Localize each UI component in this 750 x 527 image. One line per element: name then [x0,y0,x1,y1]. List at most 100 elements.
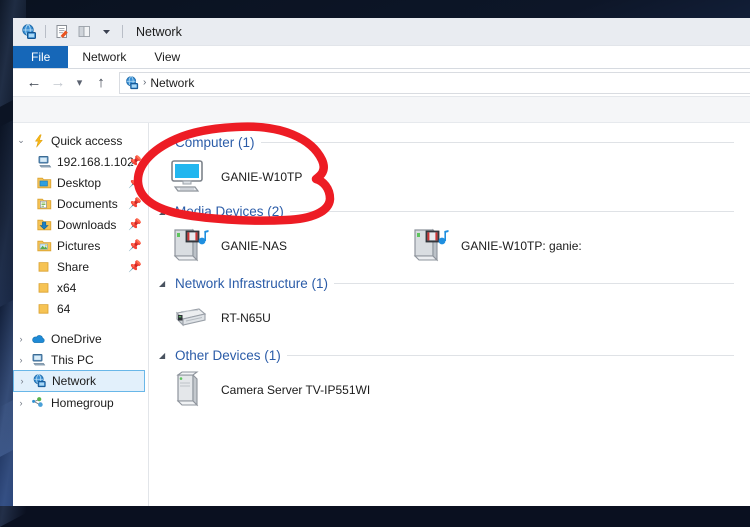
this-pc-icon [29,353,48,366]
forward-arrow-icon[interactable]: → [47,72,69,94]
collapse-triangle-icon[interactable]: ◢ [159,207,169,216]
group-divider [286,354,734,356]
sidebar-item-label: x64 [57,280,77,295]
group-header[interactable]: ◢ Network Infrastructure (1) [159,274,750,292]
sidebar-item-label: Desktop [57,175,102,190]
pin-icon[interactable]: 📌 [128,155,142,168]
chevron-right-icon[interactable]: › [14,376,30,386]
sidebar-item-label: This PC [51,352,94,367]
group-header[interactable]: ◢ Media Devices (2) [159,202,750,220]
toolbar-strip [13,97,750,123]
navigation-pane: ⌄ Quick access 192.168.1.102 📌 Desktop 📌… [13,123,149,506]
group-header[interactable]: ◢ Other Devices (1) [159,346,750,364]
breadcrumb[interactable]: › Network [119,71,750,94]
collapse-triangle-icon[interactable]: ◢ [159,351,169,360]
group-title: Computer (1) [175,134,255,150]
sidebar-item-64[interactable]: 64 [13,298,148,319]
sidebar-item-network[interactable]: › Network [13,370,145,392]
sidebar-item-quick-access[interactable]: ⌄ Quick access [13,130,148,151]
media-server-icon [409,226,451,266]
group-title: Media Devices (2) [175,203,284,219]
sidebar-item-downloads[interactable]: Downloads 📌 [13,214,148,235]
pin-icon[interactable]: 📌 [128,239,142,252]
list-item[interactable]: RT-N65U [169,294,409,342]
tab-file[interactable]: File [13,46,69,68]
media-server-icon [169,226,211,266]
group-divider [334,282,734,284]
pin-icon[interactable]: 📌 [128,218,142,231]
toolbar-divider [45,25,46,38]
back-arrow-icon[interactable]: ← [23,72,45,94]
sidebar-item-homegroup[interactable]: › Homegroup [13,392,148,413]
sidebar-item-label: Network [52,374,97,388]
list-item[interactable]: Camera Server TV-IP551WI [169,366,499,414]
chevron-right-icon[interactable]: › [13,355,29,365]
sidebar-item-onedrive[interactable]: › OneDrive [13,328,148,349]
onedrive-cloud-icon [29,333,48,345]
folder-icon [35,302,54,315]
sidebar-item-label: OneDrive [51,331,102,346]
sidebar-item-label: Homegroup [51,395,114,410]
desktop-folder-icon [35,176,54,189]
list-item[interactable]: GANIE-W10TP: ganie: [409,222,649,270]
collapse-triangle-icon[interactable]: ◢ [159,138,169,147]
sidebar-item-pictures[interactable]: Pictures 📌 [13,235,148,256]
sidebar-item-desktop[interactable]: Desktop 📌 [13,172,148,193]
list-item[interactable]: GANIE-W10TP [169,153,409,201]
sidebar-item-x64[interactable]: x64 [13,277,148,298]
server-tower-icon [169,370,211,410]
sidebar-item-share[interactable]: Share 📌 [13,256,148,277]
group-header[interactable]: ◢ Computer (1) [159,133,750,151]
group-items: RT-N65U [159,294,750,342]
sidebar-item-this-pc[interactable]: › This PC [13,349,148,370]
tab-network[interactable]: Network [68,46,140,68]
collapse-triangle-icon[interactable]: ◢ [159,279,169,288]
folder-icon [35,281,54,294]
homegroup-icon [29,396,48,409]
up-arrow-icon[interactable]: ↑ [90,72,112,94]
documents-folder-icon [35,197,54,210]
customize-chevron-icon[interactable] [97,23,115,41]
group-items: GANIE-W10TP [159,153,750,201]
network-globe-icon [125,75,139,90]
item-label: Camera Server TV-IP551WI [221,383,371,397]
chevron-right-icon[interactable]: › [13,334,29,344]
computer-icon [35,155,54,168]
chevron-down-icon[interactable]: ⌄ [13,135,29,146]
properties-icon[interactable] [53,23,71,41]
sidebar-item-label: 64 [57,301,71,316]
network-globe-icon [30,374,49,388]
item-label: GANIE-W10TP: ganie: [461,239,582,253]
recent-locations-chevron-icon[interactable]: ▾ [71,72,88,94]
ribbon-tab-bar: File Network View [13,46,750,69]
tab-view[interactable]: View [140,46,194,68]
breadcrumb-item-network[interactable]: Network [150,76,194,90]
group-title: Network Infrastructure (1) [175,275,329,291]
chevron-right-icon[interactable]: › [13,398,29,408]
pictures-folder-icon [35,239,54,252]
pin-icon[interactable]: 📌 [128,260,142,273]
sidebar-item-label: Documents [57,196,118,211]
group-divider [289,210,734,212]
group-items: GANIE-NAS GANIE-W10TP: ganie: [159,222,750,270]
folder-icon [35,260,54,273]
downloads-folder-icon [35,218,54,231]
network-globe-icon[interactable] [20,23,38,41]
content-pane[interactable]: ◢ Computer (1) GANIE-W10TP ◢ Media Devic… [149,123,750,506]
sidebar-item-192-168-1-102[interactable]: 192.168.1.102 📌 [13,151,148,172]
new-folder-icon[interactable] [75,23,93,41]
sidebar-item-label: Downloads [57,217,117,232]
sidebar-item-documents[interactable]: Documents 📌 [13,193,148,214]
toolbar-divider-2 [122,25,123,38]
list-item[interactable]: GANIE-NAS [169,222,409,270]
pin-icon[interactable]: 📌 [128,197,142,210]
file-explorer-window: Network File Network View ← → ▾ ↑ › Netw… [13,18,750,506]
address-bar: ← → ▾ ↑ › Network [13,69,750,97]
group-other-devices: ◢ Other Devices (1) Camera Server TV-IP5… [159,346,750,414]
group-computer: ◢ Computer (1) GANIE-W10TP [159,133,750,201]
item-label: RT-N65U [221,311,271,325]
sidebar-item-label: 192.168.1.102 [57,154,134,169]
sidebar-item-label: Share [57,259,90,274]
window-title: Network [136,24,182,39]
pin-icon[interactable]: 📌 [128,176,142,189]
